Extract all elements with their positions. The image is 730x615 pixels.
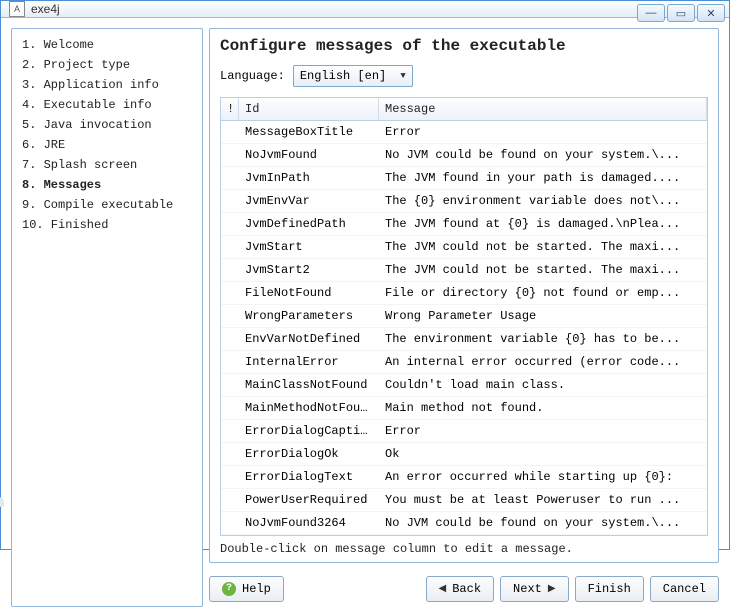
help-icon: ?	[222, 582, 236, 596]
step-item[interactable]: 7. Splash screen	[20, 155, 194, 175]
col-id[interactable]: Id	[239, 98, 379, 120]
cell-message[interactable]: Error	[379, 121, 707, 143]
cell-message[interactable]: You must be at least Poweruser to run ..…	[379, 489, 707, 511]
help-button[interactable]: ? Help	[209, 576, 284, 602]
table-row[interactable]: WrongParametersWrong Parameter Usage	[221, 305, 707, 328]
maximize-button[interactable]: ▭	[667, 4, 695, 22]
step-item[interactable]: 9. Compile executable	[20, 195, 194, 215]
cell-message[interactable]: No JVM could be found on your system.\..…	[379, 144, 707, 166]
cell-id: JvmStart2	[239, 259, 379, 281]
minimize-button[interactable]: —	[637, 4, 665, 22]
cell-message[interactable]: Error	[379, 420, 707, 442]
cell-message[interactable]: The JVM could not be started. The maxi..…	[379, 236, 707, 258]
button-bar: ? Help ◀ Back Next ▶ Finish Cancel	[209, 571, 719, 607]
cell-id: NoJvmFound3264	[239, 512, 379, 534]
table-row[interactable]: JvmEnvVarThe {0} environment variable do…	[221, 190, 707, 213]
cell-id: JvmStart	[239, 236, 379, 258]
cell-message[interactable]: Wrong Parameter Usage	[379, 305, 707, 327]
window-title: exe4j	[31, 2, 60, 16]
hint-text: Double-click on message column to edit a…	[220, 542, 708, 556]
cell-message[interactable]: An internal error occurred (error code..…	[379, 351, 707, 373]
table-row[interactable]: MessageBoxTitleError	[221, 121, 707, 144]
cell-id: JvmEnvVar	[239, 190, 379, 212]
steps-list: 1. Welcome2. Project type3. Application …	[12, 29, 202, 241]
table-row[interactable]: NoJvmFoundNo JVM could be found on your …	[221, 144, 707, 167]
cell-id: MessageBoxTitle	[239, 121, 379, 143]
wizard-sidebar: 1. Welcome2. Project type3. Application …	[11, 28, 203, 607]
step-item[interactable]: 5. Java invocation	[20, 115, 194, 135]
back-button[interactable]: ◀ Back	[426, 576, 495, 602]
table-row[interactable]: FileNotFoundFile or directory {0} not fo…	[221, 282, 707, 305]
cell-id: ErrorDialogText	[239, 466, 379, 488]
cell-message[interactable]: Couldn't load main class.	[379, 374, 707, 396]
table-row[interactable]: MainClassNotFoundCouldn't load main clas…	[221, 374, 707, 397]
step-item[interactable]: 4. Executable info	[20, 95, 194, 115]
cell-id: FileNotFound	[239, 282, 379, 304]
main-panel: Configure messages of the executable Lan…	[209, 28, 719, 563]
cell-id: JvmInPath	[239, 167, 379, 189]
step-item[interactable]: 2. Project type	[20, 55, 194, 75]
cell-message[interactable]: The JVM found in your path is damaged...…	[379, 167, 707, 189]
step-item[interactable]: 1. Welcome	[20, 35, 194, 55]
cell-message[interactable]: File or directory {0} not found or emp..…	[379, 282, 707, 304]
table-row[interactable]: JvmDefinedPathThe JVM found at {0} is da…	[221, 213, 707, 236]
cell-id: WrongParameters	[239, 305, 379, 327]
triangle-left-icon: ◀	[439, 583, 447, 595]
table-row[interactable]: EnvVarNotDefinedThe environment variable…	[221, 328, 707, 351]
table-row[interactable]: PowerUserRequiredYou must be at least Po…	[221, 489, 707, 512]
close-button[interactable]: ✕	[697, 4, 725, 22]
table-row[interactable]: JvmStart2The JVM could not be started. T…	[221, 259, 707, 282]
table-row[interactable]: InternalErrorAn internal error occurred …	[221, 351, 707, 374]
cell-message[interactable]: The JVM found at {0} is damaged.\nPlea..…	[379, 213, 707, 235]
col-message[interactable]: Message	[379, 98, 707, 120]
triangle-right-icon: ▶	[548, 583, 556, 595]
cell-message[interactable]: The JVM could not be started. The maxi..…	[379, 259, 707, 281]
cell-id: EnvVarNotDefined	[239, 328, 379, 350]
table-row[interactable]: MainMethodNotFoundMain method not found.	[221, 397, 707, 420]
table-row[interactable]: JvmStartThe JVM could not be started. Th…	[221, 236, 707, 259]
table-body[interactable]: MessageBoxTitleErrorNoJvmFoundNo JVM cou…	[221, 121, 707, 535]
cell-id: NoJvmFound	[239, 144, 379, 166]
cell-id: PowerUserRequired	[239, 489, 379, 511]
table-row[interactable]: JvmInPathThe JVM found in your path is d…	[221, 167, 707, 190]
cell-message[interactable]: The environment variable {0} has to be..…	[379, 328, 707, 350]
step-item[interactable]: 6. JRE	[20, 135, 194, 155]
col-modified[interactable]: !	[221, 98, 239, 120]
chevron-down-icon: ▼	[400, 71, 405, 81]
table-header: ! Id Message	[221, 98, 707, 121]
cell-message[interactable]: An error occurred while starting up {0}:	[379, 466, 707, 488]
brand-watermark: exe4j	[0, 493, 6, 608]
cell-message[interactable]: No JVM could be found on your system.\..…	[379, 512, 707, 534]
window-frame: A exe4j — ▭ ✕ 1. Welcome2. Project type3…	[0, 0, 730, 550]
cell-message[interactable]: The {0} environment variable does not\..…	[379, 190, 707, 212]
cell-id: MainMethodNotFound	[239, 397, 379, 419]
titlebar[interactable]: A exe4j — ▭ ✕	[1, 1, 729, 18]
table-row[interactable]: NoJvmFound3264No JVM could be found on y…	[221, 512, 707, 535]
cell-id: InternalError	[239, 351, 379, 373]
page-heading: Configure messages of the executable	[220, 37, 708, 55]
step-item[interactable]: 8. Messages	[20, 175, 194, 195]
messages-table: ! Id Message MessageBoxTitleErrorNoJvmFo…	[220, 97, 708, 536]
cell-id: ErrorDialogOk	[239, 443, 379, 465]
cell-id: JvmDefinedPath	[239, 213, 379, 235]
language-value: English [en]	[300, 69, 386, 83]
step-item[interactable]: 3. Application info	[20, 75, 194, 95]
app-icon: A	[9, 1, 25, 17]
cell-message[interactable]: Ok	[379, 443, 707, 465]
cell-id: MainClassNotFound	[239, 374, 379, 396]
next-button[interactable]: Next ▶	[500, 576, 569, 602]
finish-button[interactable]: Finish	[575, 576, 644, 602]
table-row[interactable]: ErrorDialogCaptionError	[221, 420, 707, 443]
cell-message[interactable]: Main method not found.	[379, 397, 707, 419]
language-combo[interactable]: English [en] ▼	[293, 65, 413, 87]
cell-id: ErrorDialogCaption	[239, 420, 379, 442]
language-label: Language:	[220, 69, 285, 83]
table-row[interactable]: ErrorDialogOkOk	[221, 443, 707, 466]
step-item[interactable]: 10. Finished	[20, 215, 194, 235]
cancel-button[interactable]: Cancel	[650, 576, 719, 602]
table-row[interactable]: ErrorDialogTextAn error occurred while s…	[221, 466, 707, 489]
